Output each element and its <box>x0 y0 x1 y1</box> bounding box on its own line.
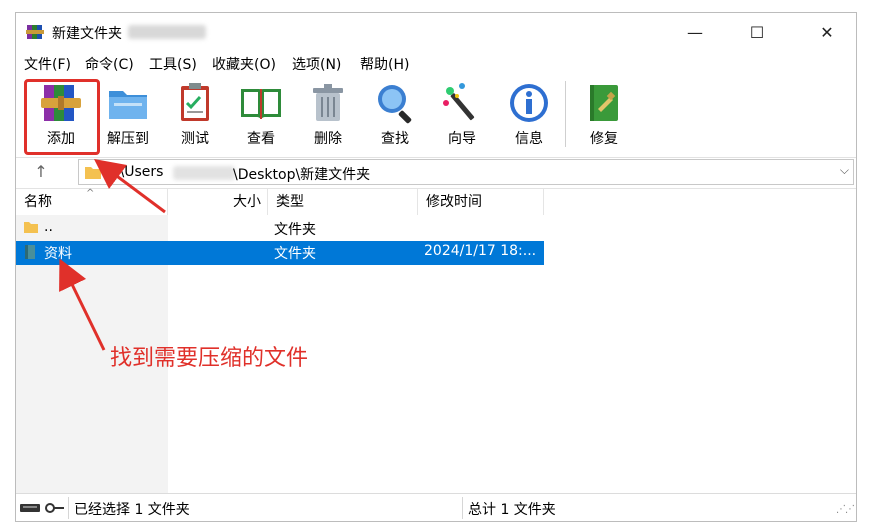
annotation-text: 找到需要压缩的文件 <box>110 346 309 371</box>
arrow-to-add-button <box>93 159 166 214</box>
annotation-arrows <box>59 159 166 351</box>
arrow-to-folder <box>59 258 106 351</box>
